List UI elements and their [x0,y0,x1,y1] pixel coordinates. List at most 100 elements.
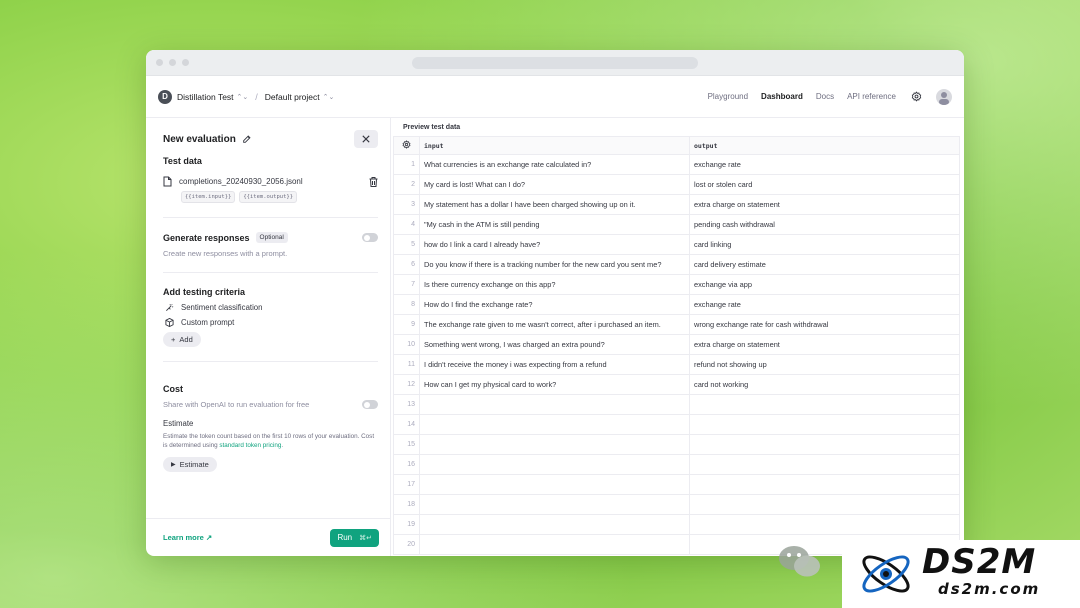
cell-output[interactable]: card not working [689,374,960,395]
cell-output[interactable]: pending cash withdrawal [689,214,960,235]
cell-output[interactable] [689,474,960,495]
table-row[interactable]: 11 I didn't receive the money i was expec… [393,354,960,375]
cell-output[interactable]: card linking [689,234,960,255]
preview-panel: Preview test data input output 1 What cur… [391,118,964,556]
cell-output[interactable]: extra charge on statement [689,194,960,215]
pricing-link[interactable]: standard token pricing [219,442,281,449]
file-row[interactable]: completions_20240930_2056.jsonl [163,176,378,187]
cell-input[interactable]: Do you know if there is a tracking numbe… [419,254,690,275]
cell-input[interactable]: How do I find the exchange rate? [419,294,690,315]
cell-input[interactable]: The exchange rate given to me wasn't cor… [419,314,690,335]
criteria-item-custom-prompt[interactable]: Custom prompt [163,318,378,327]
cell-output[interactable]: extra charge on statement [689,334,960,355]
row-number: 11 [393,354,420,375]
table-header-row: input output [393,136,960,155]
cell-input[interactable]: "My cash in the ATM is still pending [419,214,690,235]
cell-output[interactable]: wrong exchange rate for cash withdrawal [689,314,960,335]
criteria-item-sentiment[interactable]: Sentiment classification [163,303,378,312]
cell-input[interactable]: I didn't receive the money i was expecti… [419,354,690,375]
close-panel-button[interactable] [354,130,378,148]
cell-output[interactable] [689,414,960,435]
table-row[interactable]: 3 My statement has a dollar I have been c… [393,194,960,215]
cell-input[interactable]: Is there currency exchange on this app? [419,274,690,295]
gear-icon[interactable] [909,90,923,104]
maximize-window-dot[interactable] [182,59,189,66]
table-row[interactable]: 8 How do I find the exchange rate? exchang… [393,294,960,315]
nav-docs[interactable]: Docs [816,92,834,101]
nav-playground[interactable]: Playground [708,92,748,101]
estimate-title: Estimate [163,419,194,428]
cell-input[interactable]: how do I link a card I already have? [419,234,690,255]
cell-input[interactable] [419,434,690,455]
run-button[interactable]: Run ⌘↵ [330,528,379,547]
file-icon [163,176,172,187]
divider [163,272,378,273]
cell-input[interactable]: How can I get my physical card to work? [419,374,690,395]
nav-links: Playground Dashboard Docs API reference [708,88,952,105]
row-number: 4 [393,214,420,235]
minimize-window-dot[interactable] [169,59,176,66]
table-row[interactable]: 9 The exchange rate given to me wasn't co… [393,314,960,335]
cell-output[interactable]: exchange rate [689,294,960,315]
table-row[interactable]: 13 [393,394,960,415]
run-label: Run [337,533,353,542]
table-row[interactable]: 6 Do you know if there is a tracking numb… [393,254,960,275]
cell-output[interactable] [689,454,960,475]
cell-output[interactable]: card delivery estimate [689,254,960,275]
window-titlebar [146,50,964,76]
cell-input[interactable] [419,494,690,515]
cell-input[interactable] [419,394,690,415]
criteria-section: Add testing criteria Sentiment classific… [163,287,378,347]
cell-output[interactable] [689,514,960,535]
table-row[interactable]: 10 Something went wrong, I was charged an… [393,334,960,355]
table-row[interactable]: 1 What currencies is an exchange rate cal… [393,154,960,175]
cell-input[interactable] [419,514,690,535]
pencil-icon[interactable] [242,134,252,144]
user-avatar[interactable] [936,88,952,105]
cell-output[interactable]: exchange rate [689,154,960,175]
close-window-dot[interactable] [156,59,163,66]
learn-more-link[interactable]: Learn more ↗ [163,533,212,542]
cell-input[interactable] [419,414,690,435]
table-row[interactable]: 15 [393,434,960,455]
table-body: 1 What currencies is an exchange rate cal… [393,154,960,555]
trash-icon[interactable] [369,176,378,187]
table-row[interactable]: 5 how do I link a card I already have? car… [393,234,960,255]
org-switcher[interactable]: Distillation Test ⌃⌄ [177,92,248,102]
address-bar[interactable] [412,57,698,69]
cell-output[interactable] [689,394,960,415]
cell-output[interactable]: exchange via app [689,274,960,295]
nav-dashboard[interactable]: Dashboard [761,92,803,101]
table-row[interactable]: 4 "My cash in the ATM is still pending pen… [393,214,960,235]
generate-title: Generate responses [163,232,250,243]
table-row[interactable]: 12 How can I get my physical card to work… [393,374,960,395]
table-row[interactable]: 14 [393,414,960,435]
table-row[interactable]: 2 My card is lost! What can I do? lost or … [393,174,960,195]
estimate-button[interactable]: ▶ Estimate [163,457,217,473]
cell-output[interactable] [689,494,960,515]
cell-input[interactable] [419,454,690,475]
cell-output[interactable] [689,434,960,455]
cell-input[interactable] [419,474,690,495]
share-toggle[interactable] [362,400,378,409]
generate-toggle[interactable] [362,233,378,242]
panel-header: New evaluation [163,122,378,156]
cell-output[interactable]: lost or stolen card [689,174,960,195]
table-row[interactable]: 18 [393,494,960,515]
cell-output[interactable]: refund not showing up [689,354,960,375]
table-settings-cell[interactable] [393,136,420,155]
table-row[interactable]: 7 Is there currency exchange on this app?… [393,274,960,295]
nav-api-reference[interactable]: API reference [847,92,896,101]
table-row[interactable]: 16 [393,454,960,475]
table-row[interactable]: 17 [393,474,960,495]
project-switcher[interactable]: Default project ⌃⌄ [265,92,335,102]
cell-input[interactable]: Something went wrong, I was charged an e… [419,334,690,355]
cell-input[interactable]: My card is lost! What can I do? [419,174,690,195]
cell-input[interactable]: My statement has a dollar I have been ch… [419,194,690,215]
add-criteria-button[interactable]: + Add [163,332,201,347]
org-avatar: D [158,89,172,104]
evaluation-panel: New evaluation Test data completions_202… [146,118,391,556]
cell-input[interactable] [419,534,690,555]
cell-input[interactable]: What currencies is an exchange rate calc… [419,154,690,175]
table-row[interactable]: 19 [393,514,960,535]
